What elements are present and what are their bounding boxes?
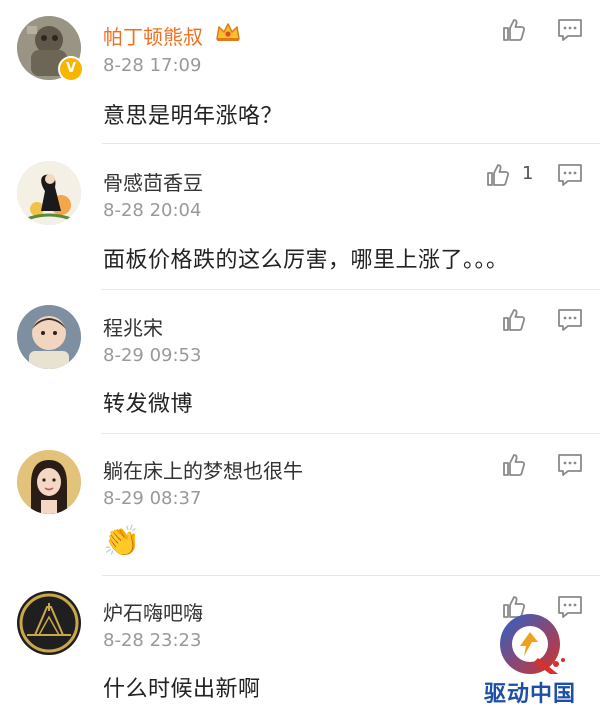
comment-text: 什么时候出新啊 — [103, 677, 261, 702]
comment-time: 8-28 17:09 — [103, 55, 202, 76]
comment-time: 8-28 23:23 — [103, 630, 202, 651]
comment-icon[interactable] — [556, 306, 584, 334]
comment-item: 骨感茴香豆 8-28 20:04 面板价格跌的这么厉害，哪里上涨了。。。 1 — [0, 143, 600, 288]
comment-item: 程兆宋 8-29 09:53 转发微博 — [0, 289, 600, 433]
comment-text: 面板价格跌的这么厉害，哪里上涨了。。。 — [103, 248, 509, 273]
avatar[interactable] — [17, 591, 81, 655]
clapping-hands-emoji: 👏 — [103, 524, 141, 559]
thumbs-up-icon[interactable] — [484, 161, 512, 189]
comment-time: 8-29 08:37 — [103, 488, 202, 509]
username[interactable]: 躺在床上的梦想也很牛 — [103, 455, 303, 484]
thumbs-up-icon[interactable] — [500, 16, 528, 44]
thumbs-up-icon[interactable] — [500, 451, 528, 479]
username[interactable]: 程兆宋 — [103, 312, 163, 341]
crown-icon — [216, 23, 240, 41]
username[interactable]: 炉石嗨吧嗨 — [103, 597, 203, 626]
comment-time: 8-29 09:53 — [103, 345, 202, 366]
comment-item: V 帕丁顿熊叔 8-28 17:09 意思是明年涨咯？ — [0, 0, 600, 142]
avatar[interactable] — [17, 305, 81, 369]
comment-text: 转发微博 — [103, 392, 194, 417]
comment-time: 8-28 20:04 — [103, 200, 202, 221]
comment-icon[interactable] — [556, 161, 584, 189]
watermark-text: 驱动中国 — [483, 682, 576, 707]
avatar[interactable] — [17, 161, 81, 225]
avatar[interactable] — [17, 450, 81, 514]
watermark-logo: 驱动中国 — [466, 608, 594, 708]
username[interactable]: 帕丁顿熊叔 — [103, 21, 203, 50]
like-count: 1 — [522, 163, 534, 184]
comment-icon[interactable] — [556, 16, 584, 44]
logo-icon — [500, 614, 565, 674]
thumbs-up-icon[interactable] — [500, 306, 528, 334]
username[interactable]: 骨感茴香豆 — [103, 167, 203, 196]
comment-list: V 帕丁顿熊叔 8-28 17:09 意思是明年涨咯？ 骨感茴香豆 8-28 2… — [0, 0, 600, 712]
verified-badge-icon: V — [58, 56, 84, 82]
comment-item: 躺在床上的梦想也很牛 8-29 08:37 👏 — [0, 433, 600, 575]
comment-text: 意思是明年涨咯？ — [103, 104, 284, 129]
comment-icon[interactable] — [556, 451, 584, 479]
